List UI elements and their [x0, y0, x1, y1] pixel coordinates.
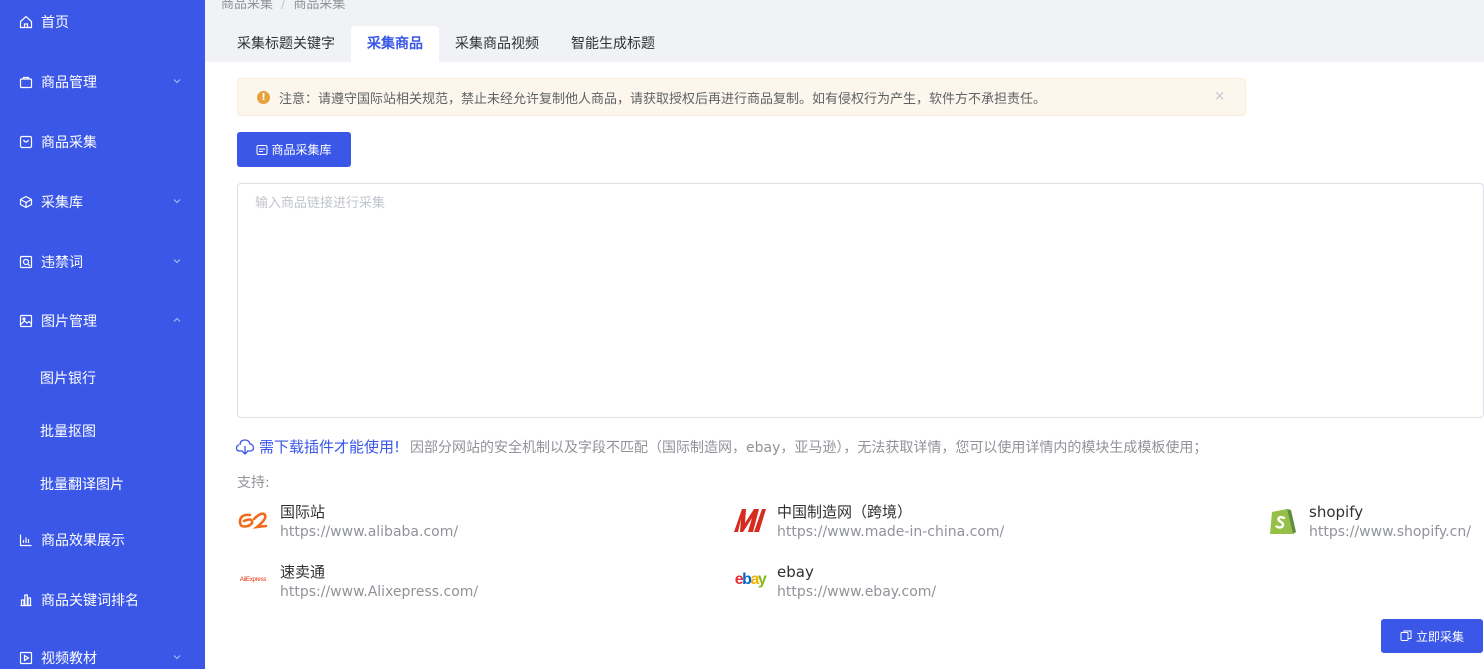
ebay-logo: ebay — [730, 562, 770, 598]
site-name: 速卖通 — [280, 563, 326, 581]
menu-item-video-tutorials[interactable]: 视频教材 — [0, 638, 205, 669]
menu-item-image-management[interactable]: 图片管理 — [0, 301, 205, 341]
plugin-icon — [235, 438, 255, 455]
tab-collect-products[interactable]: 采集商品 — [351, 26, 439, 62]
support-label: 支持: — [237, 475, 270, 491]
menu-label: 图片管理 — [41, 314, 97, 330]
menu-item-image-bank[interactable]: 图片银行 — [0, 358, 205, 398]
aliexpress-logo-text: AliExpress — [239, 577, 267, 583]
download-plugin-link[interactable]: 需下载插件才能使用! — [259, 436, 400, 457]
button-label: 商品采集库 — [271, 143, 332, 157]
box-icon — [19, 195, 33, 209]
notice-text: 注意：请遵守国际站相关规范，禁止未经允许复制他人商品，请获取授权后再进行商品复制… — [279, 91, 1047, 107]
menu-label: 首页 — [41, 15, 69, 31]
ebay-logo-text: ebay — [734, 571, 767, 588]
warning-icon: ! — [257, 90, 270, 104]
chevron-up-icon — [173, 317, 181, 322]
breadcrumb-item: 商品采集 — [293, 0, 346, 12]
plugin-notice: 需下载插件才能使用! 因部分网站的安全机制以及字段不匹配（国际制造网，ebay，… — [235, 436, 1207, 457]
menu-item-product-effect[interactable]: 商品效果展示 — [0, 520, 205, 560]
button-label: 立即采集 — [1415, 629, 1464, 644]
menu-item-home[interactable]: 首页 — [0, 2, 205, 42]
site-url: https://www.ebay.com/ — [777, 584, 937, 600]
plugin-description: 因部分网站的安全机制以及字段不匹配（国际制造网，ebay，亚马逊），无法获取详情… — [410, 439, 1208, 456]
breadcrumb-item[interactable]: 商品采集 — [221, 0, 273, 12]
collect-now-button[interactable]: 立即采集 — [1381, 619, 1483, 653]
chart-icon — [19, 533, 33, 547]
menu-item-batch-cutout[interactable]: 批量抠图 — [0, 411, 205, 451]
site-name: 中国制造网（跨境） — [777, 503, 913, 521]
tab-collect-product-videos[interactable]: 采集商品视频 — [439, 26, 555, 62]
top-strip: 商品采集 / 商品采集 采集标题关键字 采集商品 采集商品视频 智能生成标题 — [205, 0, 1484, 62]
main-content: 商品采集 / 商品采集 采集标题关键字 采集商品 采集商品视频 智能生成标题 ! 注… — [205, 0, 1484, 669]
chevron-down-icon — [173, 199, 181, 204]
site-shopify[interactable]: shopify https://www.shopify.cn/ — [1262, 502, 1471, 542]
site-name: 国际站 — [280, 503, 326, 521]
alibaba-logo — [233, 502, 273, 538]
close-icon[interactable]: × — [1214, 89, 1225, 104]
chevron-down-icon — [173, 655, 181, 660]
menu-label: 视频教材 — [41, 651, 97, 667]
breadcrumb: 商品采集 / 商品采集 — [221, 0, 345, 12]
made-in-china-logo — [730, 502, 770, 538]
menu-label: 采集库 — [41, 195, 83, 211]
notice-alert: ! 注意：请遵守国际站相关规范，禁止未经允许复制他人商品，请获取授权后再进行商品… — [237, 78, 1246, 116]
library-icon — [256, 144, 268, 155]
tabs: 采集标题关键字 采集商品 采集商品视频 智能生成标题 — [221, 26, 671, 62]
shopify-logo — [1262, 502, 1302, 538]
menu-label: 商品关键词排名 — [41, 593, 139, 609]
site-name: ebay — [777, 563, 814, 581]
chevron-down-icon — [173, 79, 181, 84]
collect-icon — [1400, 630, 1412, 641]
collect-icon — [19, 135, 33, 149]
site-url: https://www.made-in-china.com/ — [777, 524, 1005, 540]
chevron-down-icon — [173, 259, 181, 264]
site-alibaba[interactable]: 国际站 https://www.alibaba.com/ — [233, 502, 458, 542]
menu-label: 商品采集 — [41, 135, 97, 151]
menu-item-batch-translate-images[interactable]: 批量翻译图片 — [0, 464, 205, 504]
menu-item-keyword-rank[interactable]: 商品关键词排名 — [0, 580, 205, 620]
collect-library-button[interactable]: 商品采集库 — [237, 132, 351, 167]
video-icon — [19, 651, 33, 665]
menu-label: 商品管理 — [41, 75, 97, 91]
site-ebay[interactable]: ebay ebay https://www.ebay.com/ — [730, 562, 936, 602]
rank-icon — [19, 593, 33, 607]
bag-icon — [19, 75, 33, 89]
site-url: https://www.Alixepress.com/ — [280, 584, 479, 600]
site-url: https://www.alibaba.com/ — [280, 524, 459, 540]
menu-label: 批量翻译图片 — [40, 477, 124, 493]
home-icon — [19, 15, 33, 29]
site-aliexpress[interactable]: AliExpress 速卖通 https://www.Alixepress.co… — [233, 562, 478, 602]
menu-label: 违禁词 — [41, 255, 83, 271]
product-url-input[interactable] — [237, 183, 1484, 418]
sidebar: 首页 商品管理 商品采集 采集库 违禁词 图片管理 图片银行 批量抠图 批量翻译… — [0, 0, 205, 669]
breadcrumb-separator: / — [281, 0, 286, 12]
menu-label: 商品效果展示 — [41, 533, 125, 549]
menu-item-product-collect[interactable]: 商品采集 — [0, 122, 205, 162]
aliexpress-logo: AliExpress — [233, 562, 273, 598]
site-url: https://www.shopify.cn/ — [1309, 524, 1471, 540]
tab-collect-title-keywords[interactable]: 采集标题关键字 — [221, 26, 351, 62]
tab-smart-title[interactable]: 智能生成标题 — [555, 26, 671, 62]
image-icon — [19, 314, 33, 328]
menu-label: 图片银行 — [40, 371, 96, 387]
menu-label: 批量抠图 — [40, 424, 96, 440]
site-name: shopify — [1309, 503, 1364, 521]
forbidden-icon — [19, 255, 33, 269]
menu-item-product-management[interactable]: 商品管理 — [0, 62, 205, 102]
site-made-in-china[interactable]: 中国制造网（跨境） https://www.made-in-china.com/ — [730, 502, 1004, 542]
menu-item-collect-library[interactable]: 采集库 — [0, 182, 205, 222]
menu-item-forbidden-words[interactable]: 违禁词 — [0, 242, 205, 282]
